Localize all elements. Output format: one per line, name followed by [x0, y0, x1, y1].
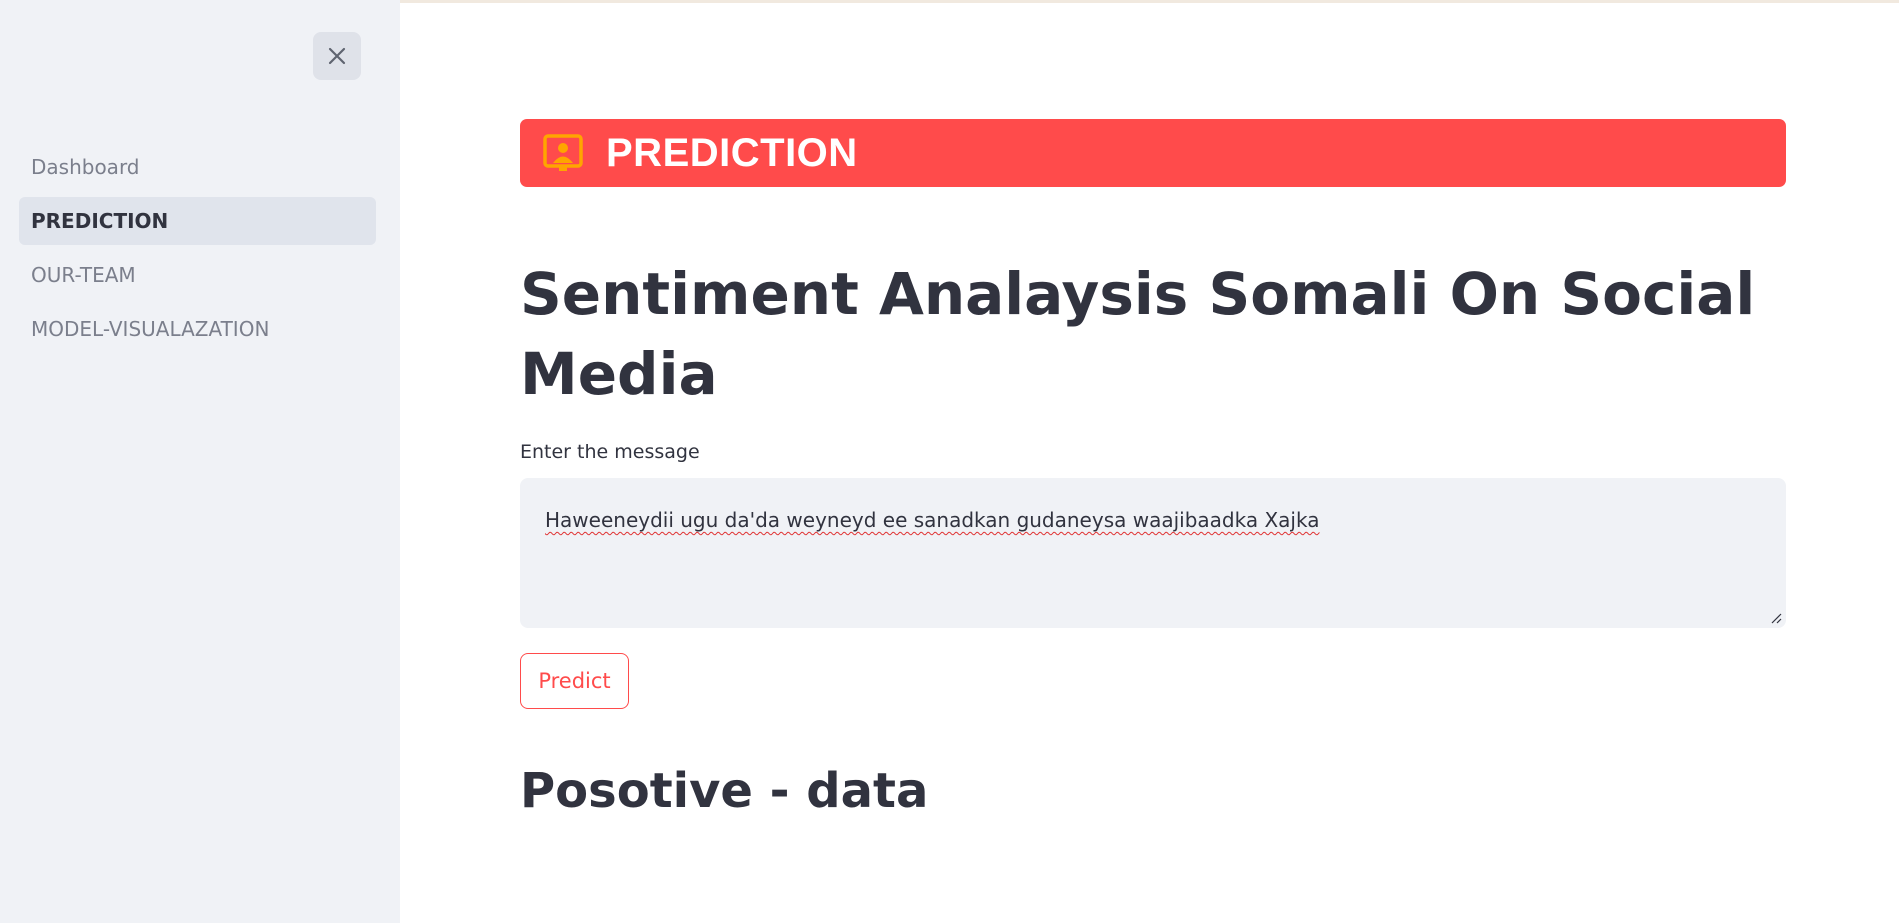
- page-banner: PREDICTION: [520, 119, 1786, 187]
- resize-handle-icon[interactable]: [1770, 612, 1782, 624]
- banner-title: PREDICTION: [606, 130, 858, 175]
- message-textarea[interactable]: Haweeneydii ugu da'da weyneyd ee sanadka…: [520, 478, 1786, 628]
- close-icon: [328, 47, 346, 65]
- sidebar: Dashboard PREDICTION OUR-TEAM MODEL-VISU…: [0, 0, 400, 923]
- sidebar-item-label: PREDICTION: [31, 209, 169, 233]
- sidebar-item-label: MODEL-VISUALAZATION: [31, 317, 270, 341]
- predict-button[interactable]: Predict: [520, 653, 629, 709]
- message-text: Haweeneydii ugu da'da weyneyd ee sanadka…: [545, 508, 1320, 532]
- sidebar-nav: Dashboard PREDICTION OUR-TEAM MODEL-VISU…: [19, 143, 376, 359]
- sidebar-item-label: Dashboard: [31, 155, 140, 179]
- sidebar-item-our-team[interactable]: OUR-TEAM: [19, 251, 376, 299]
- sidebar-item-model-visualazation[interactable]: MODEL-VISUALAZATION: [19, 305, 376, 353]
- sidebar-item-label: OUR-TEAM: [31, 263, 136, 287]
- page-title: Sentiment Analaysis Somali On Social Med…: [520, 260, 1756, 408]
- sidebar-close-button[interactable]: [313, 32, 361, 80]
- sidebar-item-prediction[interactable]: PREDICTION: [19, 197, 376, 245]
- sidebar-item-dashboard[interactable]: Dashboard: [19, 143, 376, 191]
- message-field-label: Enter the message: [520, 441, 700, 463]
- presenter-icon: [543, 134, 583, 171]
- prediction-result: Posotive - data: [520, 763, 929, 819]
